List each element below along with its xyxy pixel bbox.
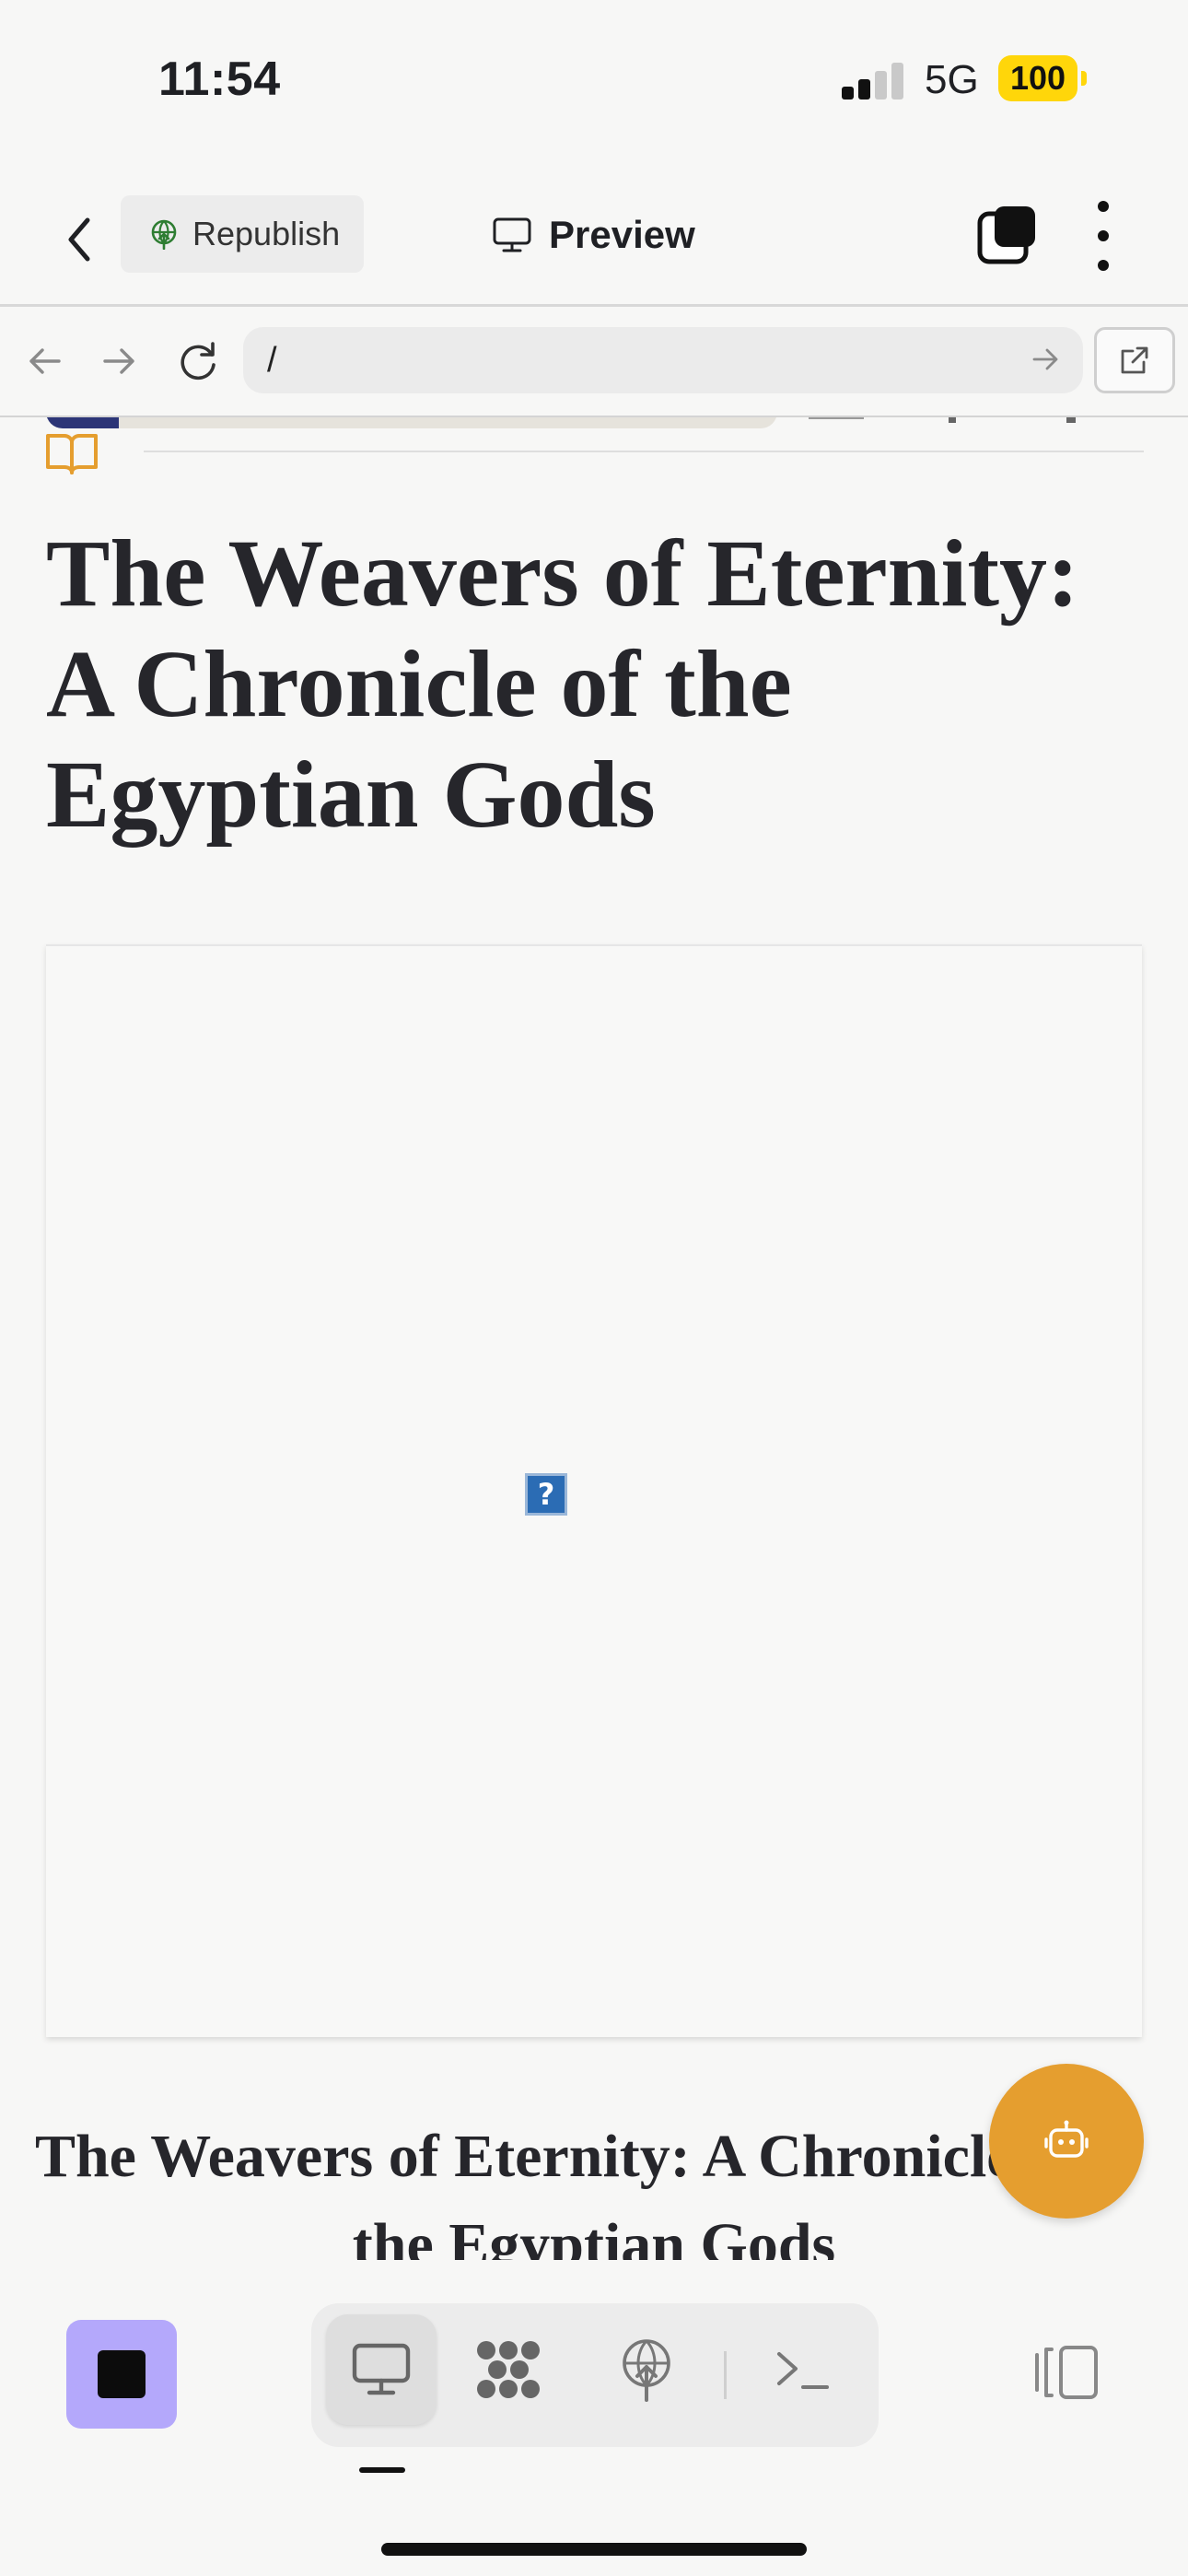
republish-label: Republish	[192, 215, 341, 252]
status-time: 11:54	[158, 53, 281, 106]
book-icon[interactable]	[44, 430, 99, 481]
monitor-icon	[493, 217, 531, 252]
tab-shell-mode[interactable]	[748, 2314, 858, 2425]
preview-label: Preview	[549, 213, 695, 256]
document-title: The Weavers of Eternity: A Chronicle of …	[46, 521, 1079, 848]
mode-switcher	[311, 2303, 879, 2447]
status-bar: 11:54 5G 100	[0, 0, 1188, 161]
chevron-left-icon	[68, 217, 90, 262]
url-input[interactable]: /	[243, 327, 1083, 393]
monitor-icon	[352, 2343, 411, 2395]
reading-progress-bar	[46, 417, 777, 428]
nodes-icon	[477, 2341, 540, 2398]
panel-toggle-button[interactable]	[1031, 2342, 1101, 2407]
republish-button[interactable]: Republish	[121, 195, 364, 273]
image-frame	[46, 944, 1142, 2037]
assistant-button[interactable]	[989, 2064, 1144, 2219]
stop-button[interactable]	[66, 2320, 177, 2429]
globe-upload-icon	[151, 219, 177, 250]
tab-workflow-mode[interactable]	[453, 2314, 564, 2425]
network-type: 5G	[925, 57, 979, 102]
terminal-icon	[777, 2352, 829, 2389]
tab-deploy-mode[interactable]	[591, 2314, 702, 2425]
url-text: /	[267, 340, 277, 380]
back-button[interactable]	[53, 203, 105, 276]
open-external-button[interactable]	[1094, 327, 1175, 393]
web-content: The Weavers of Eternity: A Chronicle of …	[0, 417, 1188, 2260]
arrow-right-icon	[1032, 348, 1058, 370]
header-rule	[144, 451, 1144, 452]
external-link-icon	[1121, 346, 1148, 374]
active-tab-indicator	[359, 2467, 405, 2473]
nav-back-button[interactable]	[26, 342, 64, 385]
mode-separator	[724, 2351, 727, 2399]
browser-url-bar: /	[0, 307, 1188, 416]
app-toolbar: Republish Preview	[0, 175, 1188, 304]
arrow-right-icon	[103, 348, 134, 374]
signal-strength-icon	[842, 63, 904, 100]
bottom-toolbar	[0, 2261, 1188, 2576]
broken-image-icon: ?	[525, 1473, 567, 1516]
more-vertical-icon[interactable]	[1090, 201, 1116, 271]
preview-button[interactable]: Preview	[492, 203, 695, 267]
robot-icon	[1044, 2120, 1089, 2158]
nav-forward-button[interactable]	[99, 342, 138, 385]
reload-icon	[181, 342, 215, 381]
globe-upload-icon	[623, 2339, 670, 2402]
stop-icon	[98, 2350, 146, 2398]
caption-line-2: the Egyptian Gods	[352, 2211, 836, 2260]
panel-toggle-icon	[1035, 2346, 1098, 2399]
reload-button[interactable]	[175, 338, 221, 389]
tabs-icon[interactable]	[976, 203, 1039, 267]
tab-preview-mode[interactable]	[326, 2314, 437, 2425]
home-indicator	[381, 2543, 807, 2556]
arrow-left-icon	[29, 348, 61, 374]
reading-progress-fill	[46, 417, 120, 428]
go-button[interactable]	[1030, 344, 1061, 384]
battery-indicator: 100	[998, 55, 1087, 101]
